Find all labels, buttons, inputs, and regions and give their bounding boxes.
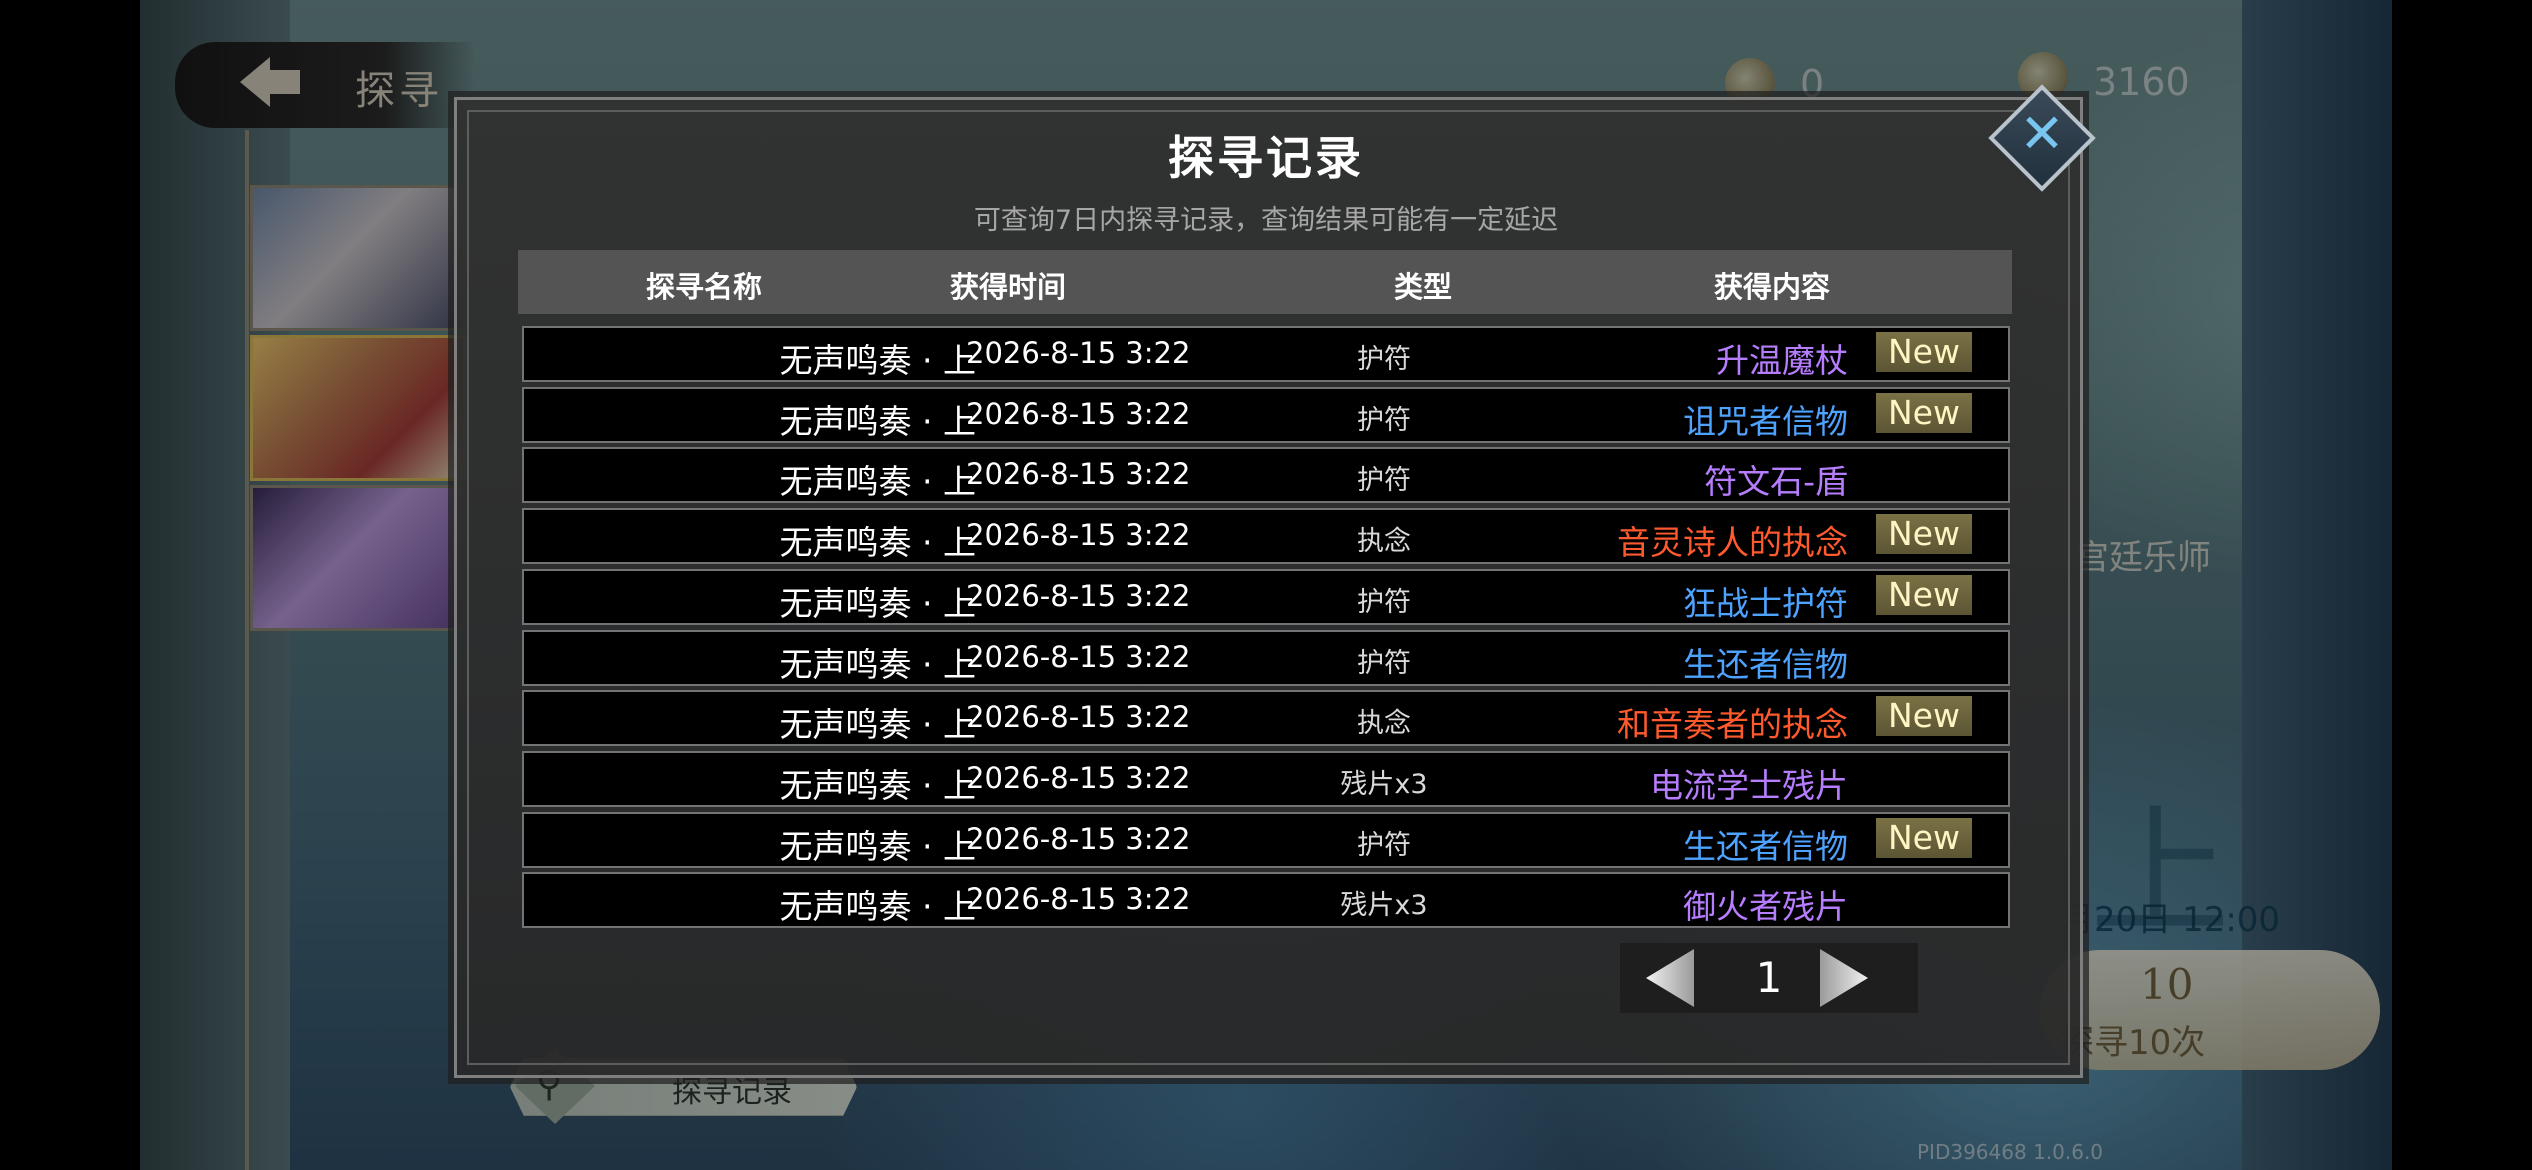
record-name: 无声鸣奏 · 上: [779, 583, 976, 623]
record-name: 无声鸣奏 · 上: [779, 644, 976, 684]
table-row: 无声鸣奏 · 上 2026-8-15 3:22 护符 狂战士护符 New: [522, 568, 2010, 625]
record-name: 无声鸣奏 · 上: [779, 705, 976, 745]
record-name: 无声鸣奏 · 上: [779, 462, 976, 502]
record-content: 生还者信物: [1683, 644, 1848, 684]
record-time: 2026-8-15 3:22: [966, 396, 1191, 431]
record-time: 2026-8-15 3:22: [966, 336, 1191, 370]
new-badge: New: [1876, 574, 1972, 615]
record-type: 护符: [1357, 344, 1411, 375]
record-content: 升温魔杖: [1716, 341, 1848, 380]
record-name: 无声鸣奏 · 上: [779, 523, 976, 563]
pager: 1: [1620, 943, 1918, 1013]
modal-subtitle: 可查询7日内探寻记录，查询结果可能有一定延迟: [973, 205, 1559, 236]
record-name: 无声鸣奏 · 上: [779, 887, 976, 927]
record-time: 2026-8-15 3:22: [966, 578, 1191, 613]
new-badge: New: [1876, 514, 1972, 555]
table-row: 无声鸣奏 · 上 2026-8-15 3:22 护符 生还者信物 New: [522, 811, 2010, 868]
record-type: 残片x3: [1340, 768, 1428, 800]
col-header-name: 探寻名称: [646, 270, 763, 304]
record-type: 护符: [1357, 586, 1411, 618]
record-content: 生还者信物: [1683, 826, 1848, 866]
record-time: 2026-8-15 3:22: [966, 518, 1191, 553]
col-header-content: 获得内容: [1714, 270, 1831, 304]
record-type: 残片x3: [1340, 890, 1428, 922]
record-name: 无声鸣奏 · 上: [779, 765, 976, 805]
table-row: 无声鸣奏 · 上 2026-8-15 3:22 执念 和音奏者的执念 New: [522, 690, 2010, 747]
table-row: 无声鸣奏 · 上 2026-8-15 3:22 护符 生还者信物: [522, 629, 2010, 686]
table-row: 无声鸣奏 · 上 2026-8-15 3:22 执念 音灵诗人的执念 New: [522, 508, 2010, 565]
col-header-type: 类型: [1394, 270, 1453, 304]
page-number: 1: [1755, 953, 1783, 1002]
record-type: 执念: [1357, 526, 1411, 558]
record-content: 音灵诗人的执念: [1617, 523, 1848, 563]
record-time: 2026-8-15 3:22: [966, 457, 1191, 492]
record-type: 执念: [1357, 708, 1411, 740]
table-header: 探寻名称 获得时间 类型 获得内容: [518, 250, 2012, 314]
record-time: 2026-8-15 3:22: [966, 760, 1191, 795]
table-row: 无声鸣奏 · 上 2026-8-15 3:22 残片x3 御火者残片: [522, 872, 2010, 929]
record-content: 御火者残片: [1683, 887, 1848, 927]
record-content: 狂战士护符: [1683, 583, 1848, 623]
table-row: 无声鸣奏 · 上 2026-8-15 3:22 残片x3 电流学士残片: [522, 750, 2010, 807]
record-content: 和音奏者的执念: [1617, 705, 1848, 745]
new-badge: New: [1876, 332, 1972, 372]
record-name: 无声鸣奏 · 上: [779, 401, 976, 441]
new-badge: New: [1876, 392, 1972, 433]
table-row: 无声鸣奏 · 上 2026-8-15 3:22 护符 升温魔杖 New: [522, 326, 2010, 382]
record-name: 无声鸣奏 · 上: [779, 826, 976, 866]
table-row: 无声鸣奏 · 上 2026-8-15 3:22 护符 符文石-盾: [522, 447, 2010, 504]
record-name: 无声鸣奏 · 上: [779, 341, 976, 380]
record-type: 护符: [1357, 829, 1411, 861]
record-type: 护符: [1357, 647, 1411, 679]
record-type: 护符: [1357, 465, 1411, 497]
record-content: 符文石-盾: [1704, 462, 1848, 502]
record-content: 诅咒者信物: [1683, 401, 1848, 441]
record-type: 护符: [1357, 404, 1411, 436]
record-time: 2026-8-15 3:22: [966, 700, 1191, 735]
record-time: 2026-8-15 3:22: [966, 821, 1191, 856]
new-badge: New: [1876, 817, 1972, 858]
modal-title: 探寻记录: [1168, 131, 1364, 185]
record-time: 2026-8-15 3:22: [966, 639, 1191, 674]
col-header-time: 获得时间: [950, 270, 1067, 304]
new-badge: New: [1876, 696, 1972, 737]
record-content: 电流学士残片: [1650, 765, 1848, 805]
table-row: 无声鸣奏 · 上 2026-8-15 3:22 护符 诅咒者信物 New: [522, 386, 2010, 443]
record-time: 2026-8-15 3:22: [966, 882, 1191, 917]
